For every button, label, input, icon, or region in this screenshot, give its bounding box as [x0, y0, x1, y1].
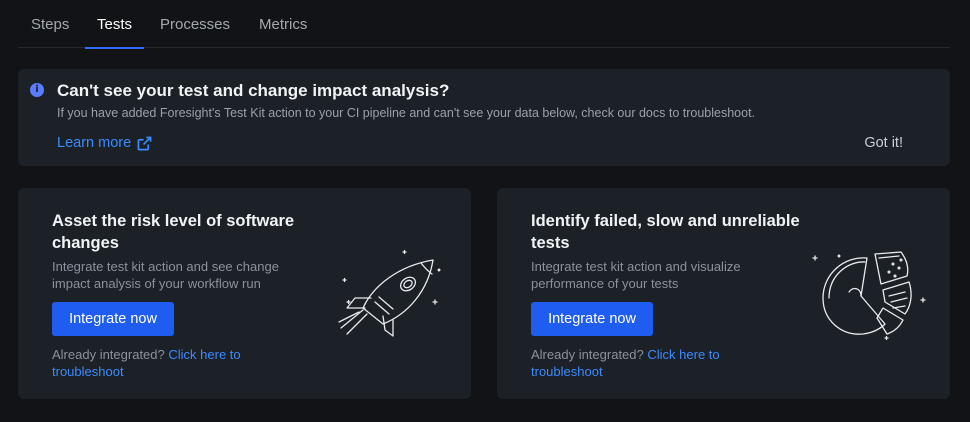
- banner-description: If you have added Foresight's Test Kit a…: [57, 106, 756, 120]
- integrate-now-button[interactable]: Integrate now: [531, 302, 653, 336]
- banner-title: Can't see your test and change impact an…: [57, 81, 450, 100]
- integrate-now-button[interactable]: Integrate now: [52, 302, 174, 336]
- failed-tests-card: Identify failed, slow and unreliable tes…: [497, 188, 950, 399]
- tab-processes[interactable]: Processes: [160, 16, 230, 48]
- pie-chart-illustration: [812, 251, 926, 341]
- learn-more-label: Learn more: [57, 135, 132, 151]
- tab-bar: Steps Tests Processes Metrics: [18, 0, 950, 49]
- card-description: Integrate test kit action and see change…: [52, 259, 279, 291]
- tab-steps[interactable]: Steps: [31, 16, 69, 48]
- info-icon: i: [30, 83, 44, 97]
- got-it-button[interactable]: Got it!: [864, 135, 903, 151]
- risk-level-card: Asset the risk level of software changes…: [18, 188, 471, 399]
- card-title: Identify failed, slow and unreliable tes…: [531, 212, 800, 252]
- card-title: Asset the risk level of software changes: [52, 212, 295, 252]
- already-integrated-label: Already integrated?: [52, 347, 165, 362]
- already-integrated-label: Already integrated?: [531, 347, 644, 362]
- info-banner: i Can't see your test and change impact …: [18, 69, 950, 166]
- external-link-icon: [137, 136, 152, 150]
- tab-tests[interactable]: Tests: [84, 16, 145, 49]
- already-integrated-text: Already integrated? Click here to troubl…: [52, 346, 282, 380]
- already-integrated-text: Already integrated? Click here to troubl…: [531, 346, 761, 380]
- learn-more-link[interactable]: Learn more: [57, 135, 152, 151]
- card-description: Integrate test kit action and visualize …: [531, 259, 741, 291]
- rocket-illustration: [338, 249, 441, 337]
- tab-metrics[interactable]: Metrics: [259, 16, 307, 48]
